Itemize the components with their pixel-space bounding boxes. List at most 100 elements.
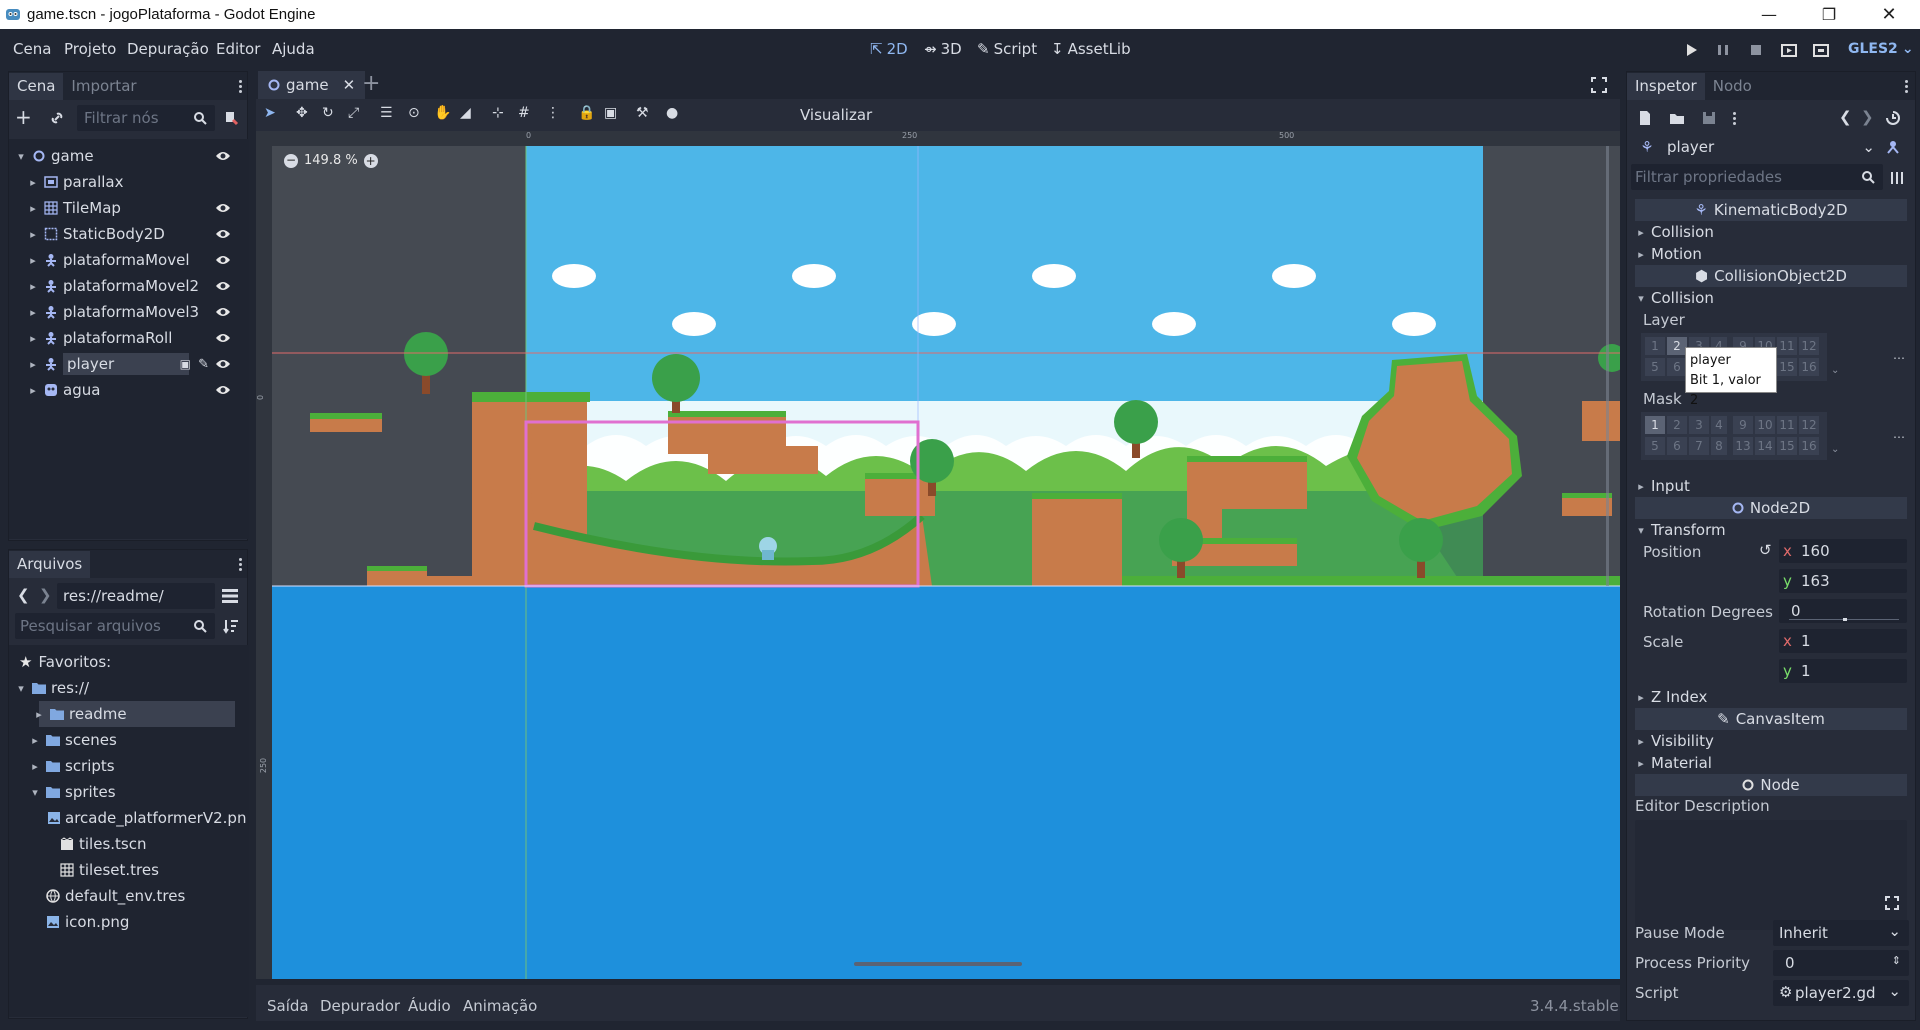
chevron-right-icon[interactable]: ▸ <box>27 176 39 189</box>
file-item-tileset-tres[interactable]: tileset.tres <box>9 857 245 883</box>
layer-bit-5[interactable]: 5 <box>1645 358 1665 376</box>
tab-animacao[interactable]: Animação <box>463 997 537 1015</box>
visibility-eye-icon[interactable] <box>215 254 231 266</box>
add-node-icon[interactable]: + <box>15 107 32 127</box>
mask-bit-8[interactable]: 8 <box>1711 437 1727 455</box>
visibility-eye-icon[interactable] <box>215 280 231 292</box>
mask-bit-3[interactable]: 3 <box>1689 416 1709 434</box>
object-selector[interactable]: ⚘ player ⌄ <box>1635 134 1875 160</box>
layer-bit-15[interactable]: 15 <box>1777 358 1797 376</box>
pause-mode-select[interactable]: Inherit ⌄ <box>1773 920 1909 946</box>
snap-options-icon[interactable]: ⋮ <box>546 105 560 121</box>
position-y-field[interactable]: y 163 <box>1779 569 1907 593</box>
mask-bit-7[interactable]: 7 <box>1689 437 1709 455</box>
scene-node-parallax[interactable]: ▸ parallax <box>9 169 245 195</box>
minimize-button[interactable]: — <box>1740 0 1798 29</box>
mask-bit-13[interactable]: 13 <box>1733 437 1753 455</box>
menu-cena[interactable]: Cena <box>13 40 51 58</box>
play-scene-icon[interactable] <box>1780 41 1798 59</box>
menu-projeto[interactable]: Projeto <box>64 40 116 58</box>
back-arrow-icon[interactable]: ❮ <box>17 586 30 604</box>
group-icon[interactable]: ▣ <box>604 105 617 121</box>
game-canvas[interactable] <box>272 146 1620 979</box>
layer-bit-11[interactable]: 11 <box>1777 337 1797 355</box>
history-back-icon[interactable]: ❮ <box>1839 108 1852 126</box>
grid-snap-icon[interactable]: # <box>518 105 530 121</box>
file-item-default-env-tres[interactable]: default_env.tres <box>9 883 245 909</box>
play-custom-scene-icon[interactable] <box>1812 41 1830 59</box>
object-history-icon[interactable] <box>1885 110 1901 126</box>
close-window-button[interactable]: ✕ <box>1860 0 1918 29</box>
mask-bit-2[interactable]: 2 <box>1667 416 1687 434</box>
visibility-eye-icon[interactable] <box>215 228 231 240</box>
sort-icon[interactable] <box>223 618 239 634</box>
filter-properties-input[interactable]: Filtrar propriedades <box>1631 164 1883 190</box>
mask-bit-6[interactable]: 6 <box>1667 437 1687 455</box>
updown-icon[interactable]: ⇕ <box>1892 954 1901 967</box>
position-x-field[interactable]: x 160 <box>1779 539 1907 563</box>
tab-arquivos[interactable]: Arquivos <box>9 551 91 578</box>
chevron-right-icon[interactable]: ▸ <box>27 254 39 267</box>
visibility-eye-icon[interactable] <box>215 150 231 162</box>
pause-icon[interactable] <box>1714 41 1732 59</box>
tab-depurador[interactable]: Depurador <box>320 997 400 1015</box>
favorites-item[interactable]: ★ Favoritos: <box>19 649 255 675</box>
file-item-arcade-platformerv2-pn[interactable]: arcade_platformerV2.pn <box>9 805 246 831</box>
skeleton-icon[interactable]: ● <box>666 105 678 121</box>
tab-saida[interactable]: Saída <box>267 997 309 1015</box>
zoom-in-icon[interactable]: + <box>363 153 378 168</box>
pan-tool-icon[interactable]: ✋ <box>434 105 451 121</box>
inspector-menu-icon[interactable] <box>1905 78 1909 94</box>
bone-icon[interactable]: ⚒ <box>636 105 649 121</box>
visibility-eye-icon[interactable] <box>215 202 231 214</box>
tab-nodo[interactable]: Nodo <box>1705 73 1760 100</box>
mask-bit-4[interactable]: 4 <box>1711 416 1727 434</box>
chevron-right-icon[interactable]: ▸ <box>29 734 41 747</box>
renderer-select[interactable]: GLES2 ⌄ <box>1848 41 1914 57</box>
history-forward-icon[interactable]: ❯ <box>1861 108 1874 126</box>
section-collision-kinematic[interactable]: ▸ Collision <box>1635 221 1907 243</box>
expand-icon[interactable] <box>1885 896 1899 910</box>
chevron-right-icon[interactable]: ▸ <box>27 228 39 241</box>
chevron-down-icon[interactable]: ▾ <box>15 682 27 695</box>
layer-bit-16[interactable]: 16 <box>1799 358 1819 376</box>
path-field[interactable]: res://readme/ <box>57 583 215 609</box>
ruler-icon[interactable]: ◢ <box>460 105 471 121</box>
section-transform[interactable]: ▾ Transform <box>1635 519 1907 541</box>
scale-x-field[interactable]: x1 <box>1779 629 1907 653</box>
chevron-right-icon[interactable]: ▸ <box>33 708 45 721</box>
layer-more-button[interactable]: ⋯ <box>1893 351 1905 365</box>
scene-node-plataformamovel2[interactable]: ▸ plataformaMovel2 <box>9 273 245 299</box>
visibility-eye-icon[interactable] <box>215 306 231 318</box>
mode-script-button[interactable]: ✎ Script <box>977 40 1037 58</box>
file-item-icon-png[interactable]: icon.png <box>9 909 245 935</box>
mask-bit-1[interactable]: 1 <box>1645 416 1665 434</box>
chevron-down-icon[interactable]: ⌄ <box>1831 365 1839 376</box>
group-icon[interactable]: ▣ <box>180 357 191 371</box>
section-material[interactable]: ▸ Material <box>1635 752 1907 774</box>
scene-node-plataformaroll[interactable]: ▸ plataformaRoll <box>9 325 245 351</box>
file-item-scripts[interactable]: ▸ scripts <box>9 753 245 779</box>
tab-importar[interactable]: Importar <box>63 73 144 100</box>
visibility-eye-icon[interactable] <box>215 384 231 396</box>
attach-script-icon[interactable] <box>223 110 239 126</box>
scene-node-game[interactable]: ▾ game <box>9 143 245 169</box>
file-item-sprites[interactable]: ▾ sprites <box>9 779 245 805</box>
file-item-scenes[interactable]: ▸ scenes <box>9 727 245 753</box>
chevron-right-icon[interactable]: ▸ <box>27 280 39 293</box>
scale-tool-icon[interactable]: ⤢ <box>348 105 359 121</box>
split-view-icon[interactable] <box>221 588 239 604</box>
smart-snap-icon[interactable]: ⊹ <box>492 105 504 121</box>
scene-node-plataformamovel[interactable]: ▸ plataformaMovel <box>9 247 245 273</box>
distraction-free-icon[interactable] <box>1591 77 1607 93</box>
chevron-right-icon[interactable]: ▸ <box>27 384 39 397</box>
view-menu-button[interactable]: Visualizar <box>800 106 872 124</box>
chevron-right-icon[interactable]: ▸ <box>29 760 41 773</box>
pivot-icon[interactable]: ⊙ <box>408 105 420 121</box>
mask-bit-11[interactable]: 11 <box>1777 416 1797 434</box>
select-tool-icon[interactable]: ➤ <box>264 105 276 121</box>
mode-2d-button[interactable]: ⇱ 2D <box>870 40 908 58</box>
mask-bit-12[interactable]: 12 <box>1799 416 1819 434</box>
mask-bit-16[interactable]: 16 <box>1799 437 1819 455</box>
filesystem-menu-icon[interactable] <box>239 556 243 572</box>
